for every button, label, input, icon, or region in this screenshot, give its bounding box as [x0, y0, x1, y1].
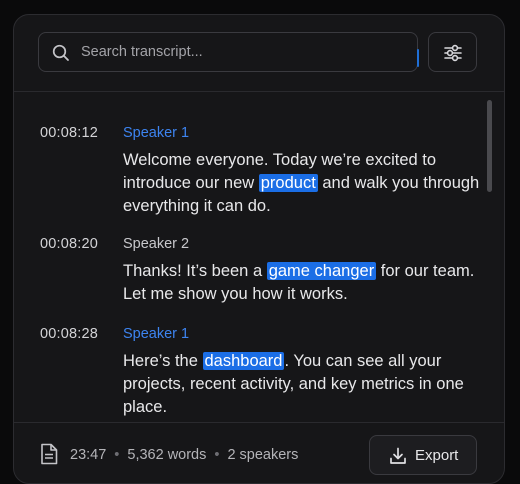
scrollbar-thumb[interactable]: [487, 100, 492, 192]
separator-dot: •: [214, 447, 220, 463]
sliders-icon: [444, 44, 462, 62]
speaker-count: 2 speakers: [227, 447, 299, 463]
speaker-label: Speaker 1: [123, 125, 190, 141]
search-box[interactable]: [38, 32, 419, 72]
duration: 23:47: [70, 447, 107, 463]
search-highlight: product: [258, 174, 318, 192]
transcript-panel: 00:08:12 Speaker 1 Welcome everyone. Tod…: [13, 14, 505, 484]
separator-dot: •: [114, 447, 120, 463]
entry-text: Here’s the dashboard. You can see all yo…: [123, 352, 464, 416]
file-icon: [41, 443, 58, 465]
speaker-label: Speaker 1: [123, 326, 190, 342]
timestamp[interactable]: 00:08:28: [40, 326, 98, 342]
toolbar: [14, 15, 504, 92]
search-input[interactable]: [81, 33, 401, 71]
timestamp[interactable]: 00:08:12: [40, 125, 98, 141]
transcript-list[interactable]: 00:08:12 Speaker 1 Welcome everyone. Tod…: [14, 92, 504, 422]
search-icon: [52, 44, 69, 61]
export-label: Export: [415, 447, 459, 464]
search-highlight: game changer: [266, 262, 377, 280]
word-count: 5,362 words: [127, 447, 207, 463]
search-focus-accent: [417, 49, 419, 67]
download-icon: [390, 447, 406, 464]
transcript-stats: 23:47 • 5,362 words • 2 speakers: [70, 447, 298, 463]
entry-text: Welcome everyone. Today we’re excited to…: [123, 151, 480, 215]
entry-text: Thanks! It’s been a game changer for our…: [123, 262, 475, 303]
timestamp[interactable]: 00:08:20: [40, 236, 98, 252]
footer-bar: 23:47 • 5,362 words • 2 speakers Export: [14, 422, 504, 483]
search-highlight: dashboard: [202, 352, 285, 370]
speaker-label: Speaker 2: [123, 236, 190, 252]
export-button[interactable]: Export: [369, 435, 477, 475]
filter-button[interactable]: [428, 32, 477, 72]
